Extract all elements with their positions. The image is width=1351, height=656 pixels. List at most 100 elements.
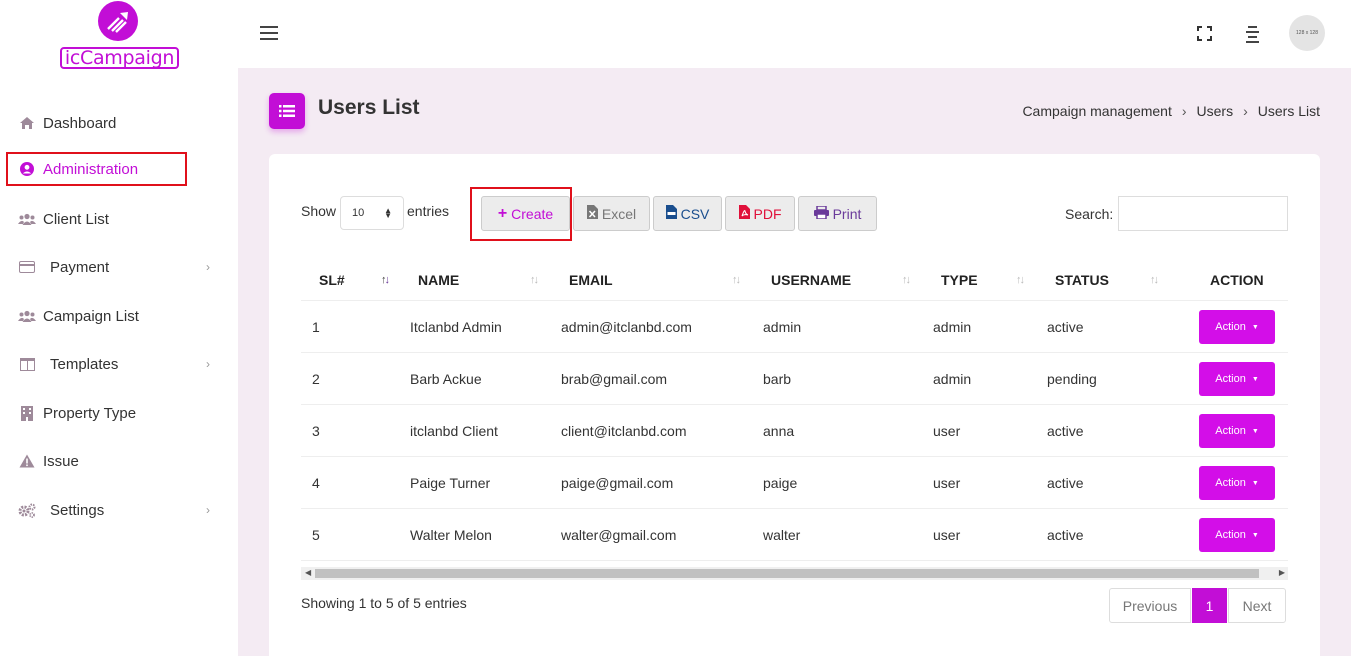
page-1-button[interactable]: 1: [1192, 588, 1227, 623]
print-button[interactable]: Print: [798, 196, 877, 231]
sidebar-item-client-list[interactable]: Client List: [6, 202, 187, 236]
next-page-button[interactable]: Next: [1228, 588, 1286, 623]
table-row: 3 itclanbd Client client@itclanbd.com an…: [301, 405, 1288, 457]
cell-sl: 2: [312, 371, 320, 387]
sidebar-item-campaign-list[interactable]: Campaign List: [6, 299, 187, 333]
excel-button-label: Excel: [601, 205, 637, 222]
chevron-right-icon: ›: [1243, 103, 1248, 119]
show-label: Show: [301, 203, 337, 219]
cell-username: walter: [763, 527, 801, 543]
pdf-button-label: PDF: [753, 205, 782, 222]
sort-icon[interactable]: ↑↓: [530, 259, 539, 301]
csv-button-label: CSV: [680, 205, 710, 222]
cell-status: active: [1047, 319, 1084, 335]
cell-sl: 5: [312, 527, 320, 543]
cell-email: admin@itclanbd.com: [561, 319, 692, 335]
sort-asc-icon[interactable]: ↑↓: [381, 259, 390, 301]
chevron-right-icon: ›: [1181, 103, 1187, 119]
cell-name: Barb Ackue: [410, 371, 482, 387]
action-dropdown-button[interactable]: Action ▼: [1199, 466, 1275, 500]
column-header-sl[interactable]: SL#: [319, 259, 345, 301]
scrollbar-thumb[interactable]: [315, 569, 1259, 578]
sort-icon[interactable]: ↑↓: [1016, 259, 1025, 301]
logo-arrow-icon: [98, 1, 138, 41]
cell-username: anna: [763, 423, 795, 439]
column-header-email[interactable]: EMAIL: [569, 259, 613, 301]
pdf-button[interactable]: PDF: [725, 196, 795, 231]
file-pdf-icon: [738, 205, 750, 222]
table-row: 1 Itclanbd Admin admin@itclanbd.com admi…: [301, 301, 1288, 353]
sidebar-item-label: Property Type: [43, 404, 137, 422]
column-header-status[interactable]: STATUS: [1055, 259, 1109, 301]
table-info: Showing 1 to 5 of 5 entries: [301, 595, 467, 611]
cell-status: active: [1047, 527, 1084, 543]
brand-logo[interactable]: icCampaign: [58, 0, 180, 70]
brand-name: icCampaign: [60, 47, 179, 69]
credit-card-icon: [18, 259, 36, 275]
sidebar-item-templates[interactable]: Templates ›: [6, 347, 210, 381]
caret-down-icon: ▼: [1251, 479, 1259, 487]
sidebar-item-dashboard[interactable]: Dashboard: [6, 106, 187, 140]
topbar: 128 x 128: [238, 0, 1351, 68]
sidebar-item-property-type[interactable]: Property Type: [6, 396, 187, 430]
avatar[interactable]: 128 x 128: [1289, 15, 1325, 51]
user-circle-icon: [18, 161, 36, 177]
create-button[interactable]: + Create: [481, 196, 570, 231]
action-dropdown-button[interactable]: Action ▼: [1199, 414, 1275, 448]
cell-email: brab@gmail.com: [561, 371, 668, 387]
breadcrumb-item[interactable]: Campaign management: [1022, 103, 1171, 119]
cell-email: client@itclanbd.com: [561, 423, 687, 439]
column-header-action: ACTION: [1210, 272, 1264, 288]
scroll-right-icon[interactable]: ▶: [1279, 568, 1285, 577]
cell-status: active: [1047, 475, 1084, 491]
previous-page-button[interactable]: Previous: [1109, 588, 1191, 623]
caret-down-icon: ▼: [1251, 531, 1259, 539]
sidebar-item-label: Issue: [43, 452, 79, 470]
action-dropdown-button[interactable]: Action ▼: [1199, 310, 1275, 344]
sidebar-item-administration[interactable]: Administration: [6, 152, 187, 186]
breadcrumb-item[interactable]: Users: [1197, 103, 1234, 119]
file-excel-icon: [586, 205, 598, 222]
cell-username: admin: [763, 319, 802, 335]
search-input[interactable]: [1118, 196, 1288, 231]
sidebar-item-label: Campaign List: [43, 307, 139, 325]
column-header-username[interactable]: USERNAME: [771, 259, 851, 301]
cell-email: paige@gmail.com: [561, 475, 674, 491]
list-icon: [269, 93, 305, 129]
fullscreen-icon[interactable]: [1197, 26, 1212, 41]
sort-icon[interactable]: ↑↓: [1150, 259, 1159, 301]
cell-status: pending: [1047, 371, 1097, 387]
action-dropdown-button[interactable]: Action ▼: [1199, 518, 1275, 552]
action-label: Action: [1215, 425, 1246, 437]
pagination: Previous 1 Next: [1109, 588, 1286, 623]
sort-icon[interactable]: ↑↓: [732, 259, 741, 301]
column-header-name[interactable]: NAME: [418, 259, 459, 301]
page-title: Users List: [318, 96, 420, 119]
sidebar-item-label: Dashboard: [43, 114, 117, 132]
print-button-label: Print: [832, 205, 862, 222]
file-csv-icon: [665, 205, 677, 222]
csv-button[interactable]: CSV: [653, 196, 722, 231]
cell-sl: 3: [312, 423, 320, 439]
excel-button[interactable]: Excel: [573, 196, 650, 231]
cell-status: active: [1047, 423, 1084, 439]
cell-username: barb: [763, 371, 792, 387]
users-icon: [18, 211, 36, 227]
breadcrumb: Campaign management › Users › Users List: [1022, 103, 1320, 119]
sidebar-item-payment[interactable]: Payment ›: [6, 250, 210, 284]
table-header: SL# ↑↓ NAME ↑↓ EMAIL ↑↓ USERNAME ↑↓ TYPE…: [301, 259, 1288, 301]
sidebar-item-settings[interactable]: Settings ›: [6, 493, 210, 527]
cell-username: paige: [763, 475, 798, 491]
sidebar-item-label: Settings: [50, 501, 105, 519]
scroll-left-icon[interactable]: ◀: [305, 568, 311, 577]
page-length-select[interactable]: 10 ▲ ▼: [340, 196, 404, 230]
table-row: 4 Paige Turner paige@gmail.com paige use…: [301, 457, 1288, 509]
column-header-type[interactable]: TYPE: [941, 259, 978, 301]
align-center-icon[interactable]: [1246, 26, 1259, 43]
action-dropdown-button[interactable]: Action ▼: [1199, 362, 1275, 396]
cell-name: Walter Melon: [410, 527, 492, 543]
sort-icon[interactable]: ↑↓: [902, 259, 911, 301]
horizontal-scrollbar[interactable]: ◀ ▶: [301, 567, 1288, 580]
sidebar-item-issue[interactable]: Issue: [6, 444, 187, 478]
menu-toggle-icon[interactable]: [260, 26, 278, 40]
